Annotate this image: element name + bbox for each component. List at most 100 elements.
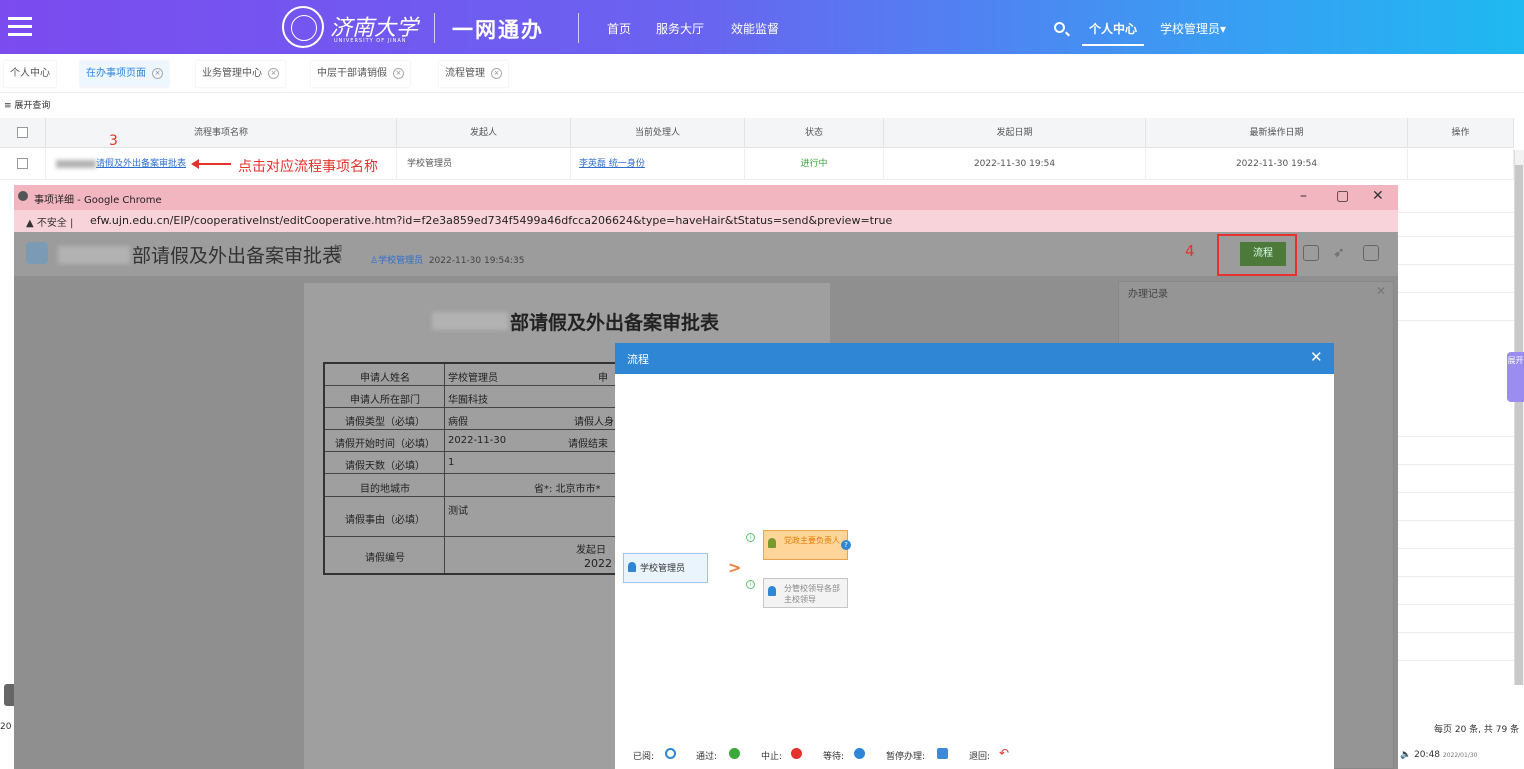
action-cell: [1408, 149, 1514, 179]
redacted-text: [56, 159, 96, 168]
column-header[interactable]: 状态: [745, 118, 884, 148]
menu-icon[interactable]: [8, 17, 32, 20]
speaker-icon: 🔈: [1400, 750, 1415, 760]
form-label: 请假类型（必填）: [345, 417, 425, 428]
expand-query-link[interactable]: ≡ 展开查询: [4, 98, 50, 111]
legend-pass: 通过:: [696, 752, 718, 762]
row-checkbox-cell: [0, 149, 46, 179]
form-row-line: [325, 429, 621, 430]
info-icon[interactable]: i: [746, 533, 755, 542]
flow-arrow-icon: >: [728, 558, 742, 577]
nav-personal-center[interactable]: 个人中心: [1089, 20, 1137, 37]
row-divider: [1398, 436, 1514, 437]
tab-label: 中层干部请销假: [317, 68, 387, 79]
column-header[interactable]: 发起日期: [884, 118, 1146, 148]
tab-business-center[interactable]: 业务管理中心 ×: [196, 61, 285, 87]
nav-efficiency[interactable]: 效能监督: [731, 20, 779, 37]
close-icon[interactable]: ×: [152, 67, 163, 79]
expand-icon: ≡: [4, 101, 15, 111]
taskbar-clock: 🔈 20:48 2022/01/30: [1400, 750, 1477, 760]
search-icon: [665, 748, 676, 759]
document-meta: ♙学校管理员 2022-11-30 19:54:35: [370, 253, 524, 266]
form-label: 请假天数（必填）: [345, 461, 425, 472]
flow-item-name: 请假及外出备案审批表: [96, 159, 187, 169]
row-divider: [1398, 660, 1514, 661]
legend-pause: 暂停办理:: [886, 752, 926, 762]
form-row-line: [325, 536, 621, 537]
column-header[interactable]: 当前处理人: [571, 118, 745, 148]
status-badge: 进行中: [745, 149, 884, 179]
active-nav-underline: [1082, 44, 1144, 46]
column-header[interactable]: 操作: [1408, 118, 1514, 148]
header-divider: [578, 13, 579, 43]
nav-home[interactable]: 首页: [607, 20, 631, 37]
university-seal-icon: [282, 6, 324, 48]
close-window-button[interactable]: ✕: [1372, 188, 1384, 204]
search-icon[interactable]: [1054, 22, 1065, 33]
table-scrollbar-thumb[interactable]: [1515, 165, 1523, 685]
return-arrow-icon: ↶: [999, 746, 1010, 760]
flow-node-label: 党政主要负责人: [784, 536, 840, 545]
info-icon[interactable]: i: [746, 580, 755, 589]
expand-query-label: 展开查询: [14, 101, 51, 111]
form-label: 请假事由（必填）: [345, 515, 425, 526]
page-size-cut: 20: [0, 722, 12, 732]
url-text[interactable]: efw.ujn.edu.cn/EIP/cooperativeInst/editC…: [90, 214, 892, 227]
close-icon[interactable]: ×: [393, 67, 404, 79]
document-time: 2022-11-30 19:54:35: [428, 256, 525, 266]
maximize-button[interactable]: ▢: [1336, 188, 1349, 204]
column-header[interactable]: 发起人: [397, 118, 571, 148]
nav-service-hall[interactable]: 服务大厅: [656, 20, 704, 37]
tab-label: 个人中心: [10, 68, 50, 79]
form-row-line: [325, 473, 621, 474]
export-icon[interactable]: [1303, 245, 1319, 261]
column-header[interactable]: 流程事项名称: [46, 118, 397, 148]
tab-flow-management[interactable]: 流程管理 ×: [439, 61, 508, 87]
form-extra: 请假结束: [568, 439, 608, 450]
group-icon: [768, 538, 776, 548]
send-icon[interactable]: ➶: [1333, 245, 1349, 261]
close-icon[interactable]: ✕: [1376, 284, 1386, 298]
row-divider: [1398, 604, 1514, 605]
row-checkbox[interactable]: [17, 158, 28, 169]
clock-icon: [854, 748, 865, 759]
warning-icon: ▲: [26, 218, 37, 229]
column-header[interactable]: 最新操作日期: [1146, 118, 1408, 148]
highlight-box: [1217, 234, 1297, 276]
person-icon: [628, 562, 636, 572]
legend-read: 已阅:: [633, 752, 655, 762]
stop-icon: [791, 748, 802, 759]
popup-window-title: 事项详细 - Google Chrome: [34, 195, 162, 206]
row-divider: [0, 179, 1514, 180]
header-checkbox-cell: [0, 118, 46, 148]
help-icon[interactable]: ?: [841, 540, 851, 550]
row-divider: [1398, 576, 1514, 577]
insecure-warning[interactable]: ▲ 不安全 |: [26, 214, 73, 229]
form-label: 目的地城市: [360, 484, 410, 495]
close-icon[interactable]: ✕: [1310, 348, 1323, 366]
side-expand-tab[interactable]: 展开: [1507, 352, 1524, 402]
print-icon[interactable]: [1363, 245, 1379, 261]
form-extra: 申: [598, 373, 608, 384]
flow-dialog: [615, 343, 1334, 769]
select-all-checkbox[interactable]: [17, 127, 28, 138]
close-icon[interactable]: ×: [268, 67, 279, 79]
form-label: 申请人所在部门: [350, 395, 420, 406]
tab-pending-items[interactable]: 在办事项页面 ×: [80, 61, 169, 87]
tab-label: 在办事项页面: [86, 68, 146, 79]
minimize-button[interactable]: –: [1300, 188, 1307, 204]
document-user: 学校管理员: [378, 256, 424, 266]
user-menu[interactable]: 学校管理员▾: [1160, 20, 1226, 37]
close-icon[interactable]: ×: [491, 67, 502, 79]
legend-stop: 中止:: [761, 752, 783, 762]
row-divider: [1398, 292, 1514, 293]
handler-link[interactable]: 李英磊 统一身份: [571, 149, 745, 179]
form-value: 华囿科技: [448, 395, 488, 406]
redacted-text: [58, 246, 130, 264]
document-icon: [26, 242, 48, 264]
form-value: 1: [448, 457, 455, 468]
row-divider: [1398, 548, 1514, 549]
insecure-label: 不安全: [36, 218, 67, 229]
tab-personal-center[interactable]: 个人中心: [4, 61, 56, 87]
tab-leave-request[interactable]: 中层干部请销假 ×: [311, 61, 410, 87]
